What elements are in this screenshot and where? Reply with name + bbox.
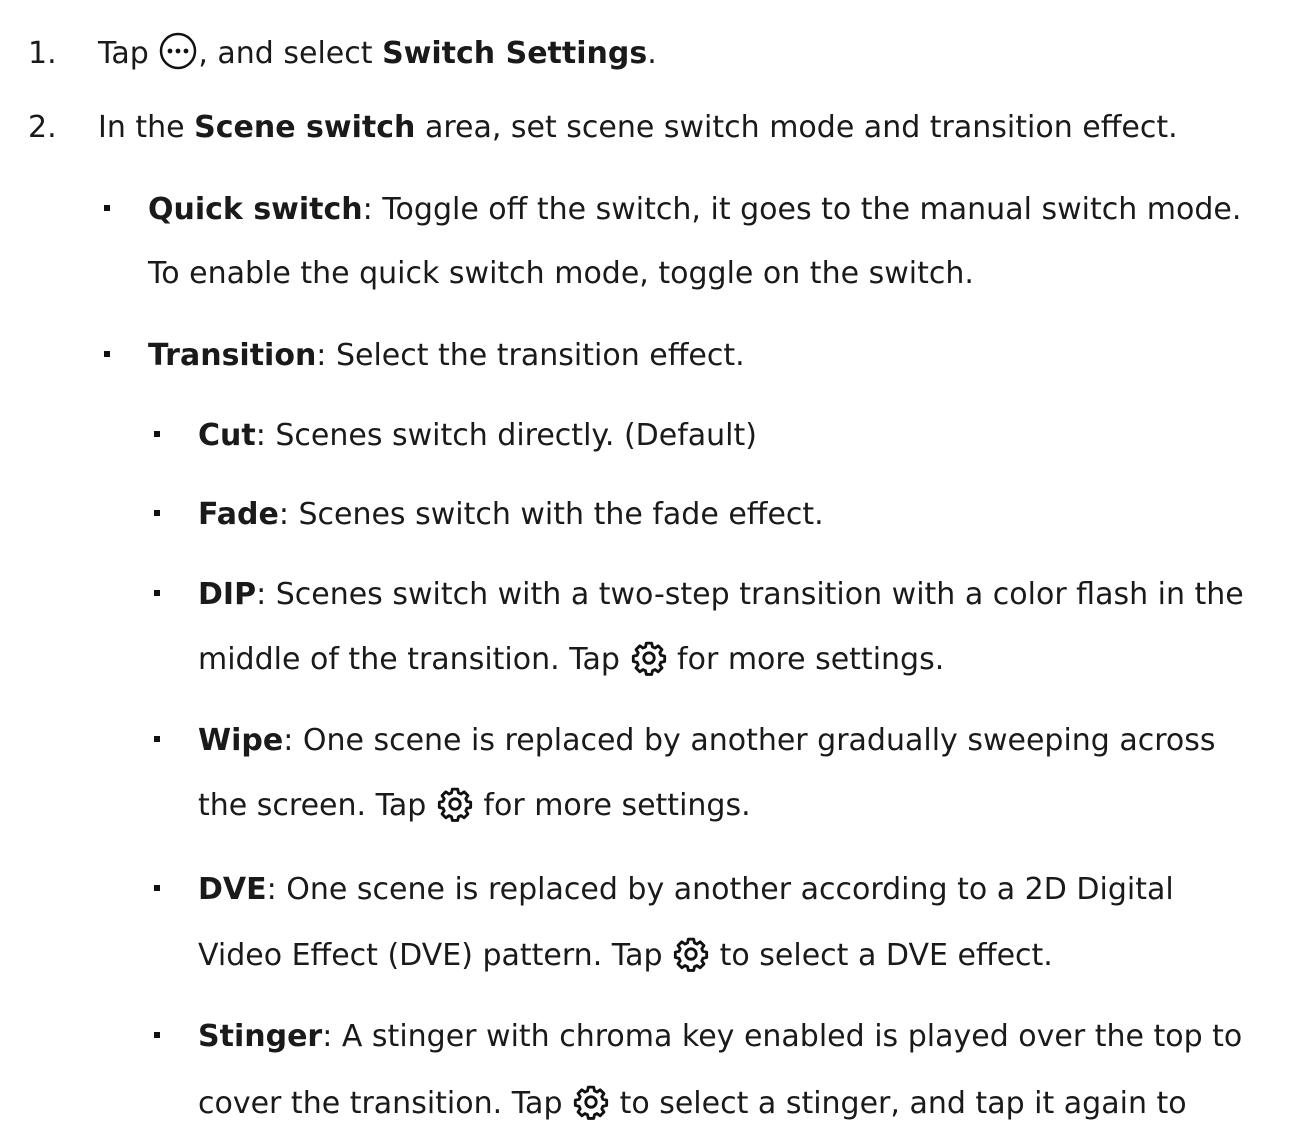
stinger-line-2: cover the transition. Tap to select a st… bbox=[198, 1084, 1187, 1124]
gear-icon[interactable] bbox=[672, 935, 710, 973]
step-2-text: In the Scene switch area, set scene swit… bbox=[98, 108, 1178, 148]
wipe-line-2-before: the screen. Tap bbox=[198, 788, 436, 823]
step-1-before: Tap bbox=[98, 36, 159, 71]
dve-line-2-before: Video Effect (DVE) pattern. Tap bbox=[198, 938, 673, 973]
dip-desc: : Scenes switch with a two-step transiti… bbox=[256, 577, 1244, 612]
bullet-cut bbox=[154, 431, 160, 437]
dve-line-1: DVE: One scene is replaced by another ac… bbox=[198, 870, 1174, 910]
dve-line-2: Video Effect (DVE) pattern. Tap to selec… bbox=[198, 936, 1053, 976]
more-horizontal-icon bbox=[158, 31, 198, 71]
fade-desc: : Scenes switch with the fade effect. bbox=[278, 497, 824, 532]
gear-icon[interactable] bbox=[572, 1083, 610, 1121]
transition-line: Transition: Select the transition effect… bbox=[148, 336, 745, 376]
step-number-1: 1. bbox=[28, 36, 57, 71]
bullet-transition bbox=[104, 351, 110, 357]
wipe-desc: : One scene is replaced by another gradu… bbox=[283, 723, 1216, 758]
bullet-dve bbox=[154, 885, 160, 891]
bullet-fade bbox=[154, 510, 160, 516]
dip-line-2-after: for more settings. bbox=[667, 642, 945, 677]
wipe-line-1: Wipe: One scene is replaced by another g… bbox=[198, 721, 1216, 761]
dve-term: DVE bbox=[198, 872, 267, 907]
dve-line-2-after: to select a DVE effect. bbox=[710, 938, 1053, 973]
dve-desc: : One scene is replaced by another accor… bbox=[266, 872, 1174, 907]
dip-line-2-before: middle of the transition. Tap bbox=[198, 642, 630, 677]
gear-icon[interactable] bbox=[436, 785, 474, 823]
transition-term: Transition bbox=[148, 338, 317, 373]
stinger-line-2-after: to select a stinger, and tap it again to bbox=[610, 1086, 1187, 1121]
scene-switch-term: Scene switch bbox=[194, 110, 416, 145]
cut-desc: : Scenes switch directly. (Default) bbox=[255, 418, 757, 453]
gear-icon[interactable] bbox=[630, 639, 668, 677]
quick-switch-line-2: To enable the quick switch mode, toggle … bbox=[148, 256, 974, 291]
fade-term: Fade bbox=[198, 497, 279, 532]
stinger-line-2-before: cover the transition. Tap bbox=[198, 1086, 573, 1121]
bullet-quick-switch bbox=[104, 205, 110, 211]
bullet-stinger bbox=[154, 1032, 160, 1038]
step-number-2: 2. bbox=[28, 110, 57, 145]
quick-switch-line-1: Quick switch: Toggle off the switch, it … bbox=[148, 190, 1241, 230]
dip-term: DIP bbox=[198, 577, 257, 612]
stinger-term: Stinger bbox=[198, 1019, 323, 1054]
bullet-wipe bbox=[154, 736, 160, 742]
dip-line-2: middle of the transition. Tap for more s… bbox=[198, 640, 944, 680]
step-1-text: Tap , and select Switch Settings. bbox=[98, 31, 657, 75]
dip-line-1: DIP: Scenes switch with a two-step trans… bbox=[198, 575, 1244, 615]
step-1-middle: , and select bbox=[198, 36, 383, 71]
step-1-after: . bbox=[647, 36, 657, 71]
quick-switch-term: Quick switch bbox=[148, 192, 363, 227]
step-2-after: area, set scene switch mode and transiti… bbox=[415, 110, 1178, 145]
transition-desc: : Select the transition effect. bbox=[316, 338, 745, 373]
cut-line: Cut: Scenes switch directly. (Default) bbox=[198, 416, 757, 456]
switch-settings-term: Switch Settings bbox=[382, 36, 648, 71]
quick-switch-desc: : Toggle off the switch, it goes to the … bbox=[362, 192, 1242, 227]
cut-term: Cut bbox=[198, 418, 256, 453]
step-2-before: In the bbox=[98, 110, 195, 145]
wipe-term: Wipe bbox=[198, 723, 284, 758]
stinger-desc: : A stinger with chroma key enabled is p… bbox=[322, 1019, 1243, 1054]
stinger-line-1: Stinger: A stinger with chroma key enabl… bbox=[198, 1017, 1242, 1057]
fade-line: Fade: Scenes switch with the fade effect… bbox=[198, 495, 824, 535]
bullet-dip bbox=[154, 590, 160, 596]
wipe-line-2-after: for more settings. bbox=[473, 788, 751, 823]
wipe-line-2: the screen. Tap for more settings. bbox=[198, 786, 751, 826]
